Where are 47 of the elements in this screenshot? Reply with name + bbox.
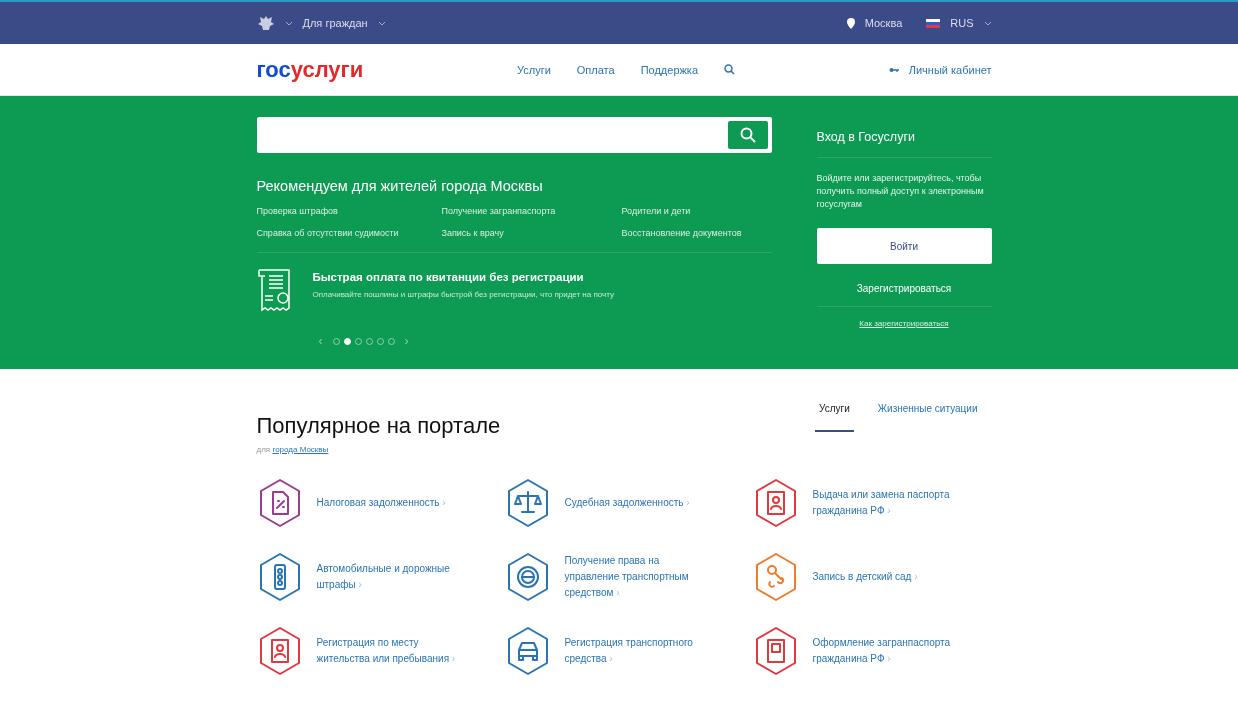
audience-dropdown[interactable]: Для граждан [302, 17, 368, 29]
section-title: Популярное на портале [256, 413, 501, 439]
service-link[interactable]: Судебная задолженность › [564, 495, 715, 511]
service-link[interactable]: Автомобильные и дорожные штрафы › [316, 561, 467, 593]
service-link[interactable]: Выдача или замена паспорта гражданина РФ › [812, 487, 963, 519]
chevron-icon[interactable] [377, 20, 386, 26]
recommend-link[interactable]: Восстановление документов [621, 228, 772, 238]
city-link[interactable]: города Москвы [272, 445, 329, 454]
city-link[interactable]: Москва [864, 17, 903, 29]
login-text: Войдите или зарегистрируйтесь, чтобы получить полный доступ к электронным госуслугам [816, 172, 985, 211]
language-dropdown[interactable]: RUS [950, 17, 974, 29]
subtitle-prefix: для [256, 445, 271, 454]
nav-link[interactable]: Оплата [576, 63, 615, 76]
nav-link[interactable]: Услуги [517, 63, 551, 76]
recommend-link[interactable]: Справка об отсутствии судимости [256, 228, 442, 238]
recommend-link[interactable]: Проверка штрафов [256, 206, 442, 216]
emblem-icon[interactable] [256, 15, 275, 31]
service-link[interactable]: Оформление загранпаспорта гражданина РФ › [812, 635, 963, 667]
recommend-title: Рекомендуем для жителей города Москвы [256, 178, 544, 194]
register-link[interactable]: Зарегистрироваться [816, 264, 992, 307]
how-to-register-link[interactable]: Как зарегистрироваться [816, 319, 992, 328]
location-pin-icon [846, 17, 855, 29]
promo-title: Быстрая оплата по квитанции без регистрации [312, 271, 585, 283]
tab[interactable]: Услуги [815, 399, 854, 432]
nav-link[interactable]: Поддержка [640, 63, 699, 76]
search-field[interactable] [256, 117, 772, 153]
key-icon [888, 66, 899, 73]
recommend-link[interactable]: Родители и дети [621, 206, 772, 216]
recommend-link[interactable]: Получение загранпаспорта [441, 206, 622, 216]
search-icon[interactable] [724, 64, 736, 75]
promo-text: Оплачивайте пошлины и штрафы быстрой без регистрации, что придет на почту [312, 290, 614, 299]
site-logo[interactable]: госуслуги [256, 56, 364, 83]
account-link[interactable]: Личный кабинет [908, 63, 992, 76]
login-title: Вход в Госуслуги [816, 130, 992, 158]
recommend-link[interactable]: Запись к врачу [441, 228, 622, 238]
service-link[interactable]: Налоговая задолженность › [316, 495, 467, 511]
login-button[interactable]: Войти [816, 228, 992, 264]
service-link[interactable]: Регистрация по месту жительства или пребывания › [316, 635, 467, 667]
search-icon [739, 127, 756, 143]
flag-icon [926, 18, 941, 28]
service-link[interactable]: Запись в детский сад › [812, 569, 963, 585]
search-button[interactable] [727, 121, 768, 149]
service-link[interactable]: Регистрация транспортного средства › [564, 635, 715, 667]
tab[interactable]: Жизненные ситуации [873, 399, 982, 432]
chevron-icon[interactable] [983, 20, 992, 26]
service-link[interactable]: Получение права на управление транспортным средством › [564, 553, 715, 601]
chevron-icon[interactable] [284, 20, 293, 26]
